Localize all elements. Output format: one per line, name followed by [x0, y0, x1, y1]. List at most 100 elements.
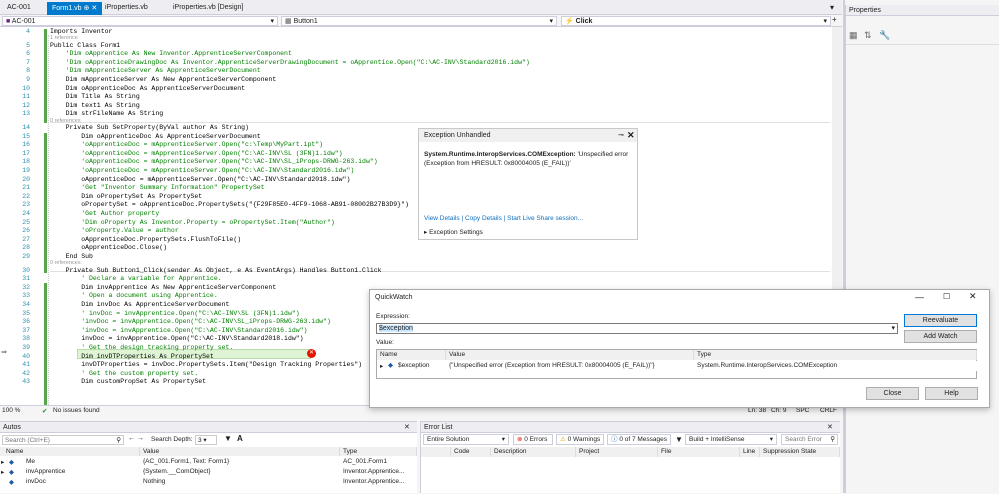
code-line[interactable]: 'Dim mApprenticeServer As ApprenticeServ… — [50, 67, 261, 74]
error-search-field[interactable] — [785, 435, 829, 444]
code-line[interactable]: ' invDoc = invApprentice.Open("C:\AC-INV… — [50, 310, 299, 317]
code-line[interactable]: Private Sub SetProperty(ByVal author As … — [50, 124, 249, 131]
tab-iproperties[interactable]: iProperties.vb — [100, 2, 153, 15]
event-dropdown[interactable]: ⚡ Click ▾ — [561, 16, 831, 26]
tab-solution[interactable]: AC-001 — [2, 2, 36, 15]
code-line[interactable]: ' Open a document using Apprentice. — [50, 292, 218, 299]
table-row[interactable]: ◆ invDoc Nothing Inventor.Apprentice... — [0, 477, 417, 487]
add-watch-button[interactable]: Add Watch — [904, 330, 977, 343]
code-line[interactable]: 'invDoc = invApprentice.Open("C:\AC-INV\… — [50, 327, 307, 334]
arrow-right-icon[interactable]: → — [137, 435, 144, 442]
code-line[interactable]: 'Dim oApprenticeDrawingDoc As Inventor.A… — [50, 59, 530, 66]
code-line[interactable]: Dim invApprentice As New ApprenticeServe… — [50, 284, 276, 291]
code-line[interactable]: 'Dim oProperty As Inventor.Property = oP… — [50, 219, 335, 226]
issues-label[interactable]: No issues found — [53, 407, 100, 414]
autos-search-field[interactable] — [3, 436, 103, 444]
project-dropdown[interactable]: ■ AC-001 ▾ — [2, 16, 278, 26]
maximize-icon[interactable]: ☐ — [943, 292, 950, 301]
code-line[interactable]: Dim customPropSet As PropertySet — [50, 378, 206, 385]
close-icon[interactable]: ✕ — [627, 130, 635, 141]
code-line[interactable]: 'oProperty.Value = author — [50, 227, 179, 234]
minimize-icon[interactable]: — — [915, 292, 924, 302]
scope-dropdown[interactable]: Entire Solution ▾ — [423, 434, 509, 445]
close-icon[interactable]: ✕ — [827, 423, 833, 431]
column-header[interactable]: Project — [576, 447, 658, 457]
triangle-right-icon[interactable]: ▸ — [1, 468, 4, 476]
code-line[interactable]: 'Dim oApprentice As New Inventor.Apprent… — [50, 50, 292, 57]
code-line[interactable]: Dim text1 As String — [50, 102, 140, 109]
messages-filter[interactable]: ⓘ 0 of 7 Messages — [607, 434, 671, 445]
alphabetical-icon[interactable]: ⇅ — [864, 30, 872, 41]
tab-overflow-icon[interactable]: ▾ — [830, 3, 834, 12]
triangle-right-icon[interactable]: ▸ — [380, 362, 383, 370]
table-row[interactable]: ▸ ◆ invApprentice {System.__ComObject} Inven… — [0, 467, 417, 477]
tab-form1[interactable]: Form1.vb ⊕ ✕ — [47, 2, 103, 15]
categorized-icon[interactable]: ▦ — [849, 30, 858, 41]
code-line[interactable]: Dim oApprenticeDoc As ApprenticeServerDo… — [50, 133, 260, 140]
code-line[interactable]: 'invDoc = invApprentice.Open("C:\AC-INV\… — [50, 318, 331, 325]
font-icon[interactable]: A — [237, 434, 243, 443]
arrow-left-icon[interactable]: ← — [128, 435, 135, 442]
reevaluate-button[interactable]: Reevaluate — [904, 314, 977, 327]
filter-icon[interactable]: ▼ — [224, 434, 232, 443]
code-line[interactable]: invDoc = invApprentice.Open("C:\AC-INV\S… — [50, 335, 303, 342]
code-line[interactable]: ' Get the custom property set. — [50, 370, 198, 377]
view-details-link[interactable]: View Details — [424, 215, 460, 222]
code-line[interactable]: Imports Inventor — [50, 28, 112, 35]
code-line[interactable]: Private Sub Button1_Click(sender As Obje… — [50, 267, 382, 274]
error-search-input[interactable]: ⚲ — [781, 434, 838, 445]
expression-input[interactable]: $exception ▾ — [376, 323, 898, 334]
exception-settings-expander[interactable]: ▸ Exception Settings — [424, 228, 483, 236]
chevron-down-icon[interactable]: ▾ — [891, 324, 895, 332]
table-row[interactable]: ▸ ◆ Me {AC_001.Form1, Text: Form1} AC_001.Fo… — [0, 457, 417, 467]
codelens-references[interactable]: 0 references — [50, 118, 81, 124]
codelens-references[interactable]: 0 references — [50, 260, 81, 266]
line-ending-indicator[interactable]: CRLF — [820, 407, 837, 414]
code-line[interactable]: Dim oApprenticeDoc As ApprenticeServerDo… — [50, 85, 245, 92]
code-line[interactable]: End Sub — [50, 253, 93, 260]
autos-search-input[interactable]: ⚲ — [2, 435, 124, 445]
close-icon[interactable]: ✕ — [91, 5, 97, 12]
column-header[interactable]: Value — [446, 350, 694, 360]
triangle-right-icon[interactable]: ▸ — [1, 458, 4, 466]
search-depth-select[interactable]: 3 ▾ — [195, 435, 217, 445]
column-header[interactable]: Type — [340, 447, 417, 456]
close-icon[interactable]: ✕ — [969, 291, 977, 302]
code-line[interactable]: ' Declare a variable for Apprentice. — [50, 275, 221, 282]
code-line[interactable]: 'oApprenticeDoc = mApprenticeServer.Open… — [50, 158, 377, 165]
code-line[interactable]: Public Class Form1 — [50, 42, 120, 49]
code-line[interactable]: Dim oPropertySet As PropertySet — [50, 193, 202, 200]
code-line[interactable]: Dim invDTProperties As PropertySet — [50, 353, 214, 360]
filter-icon[interactable]: ▼ — [675, 435, 683, 444]
code-line[interactable]: invDTProperties = invDoc.PropertySets.It… — [50, 361, 362, 368]
close-button[interactable]: Close — [866, 387, 919, 400]
spacing-indicator[interactable]: SPC — [796, 407, 809, 414]
column-header[interactable]: Description — [491, 447, 576, 457]
code-line[interactable]: 'Get "Inventor Summary Information" Prop… — [50, 184, 264, 191]
errors-filter[interactable]: ⊗ 0 Errors — [513, 434, 553, 445]
code-line[interactable]: oApprenticeDoc = mApprenticeServer.Open(… — [50, 176, 350, 183]
column-header[interactable]: Name — [0, 447, 140, 456]
column-header[interactable]: Suppression State — [760, 447, 840, 457]
warnings-filter[interactable]: ⚠ 0 Warnings — [556, 434, 604, 445]
copy-details-link[interactable]: Copy Details — [465, 215, 502, 222]
help-button[interactable]: Help — [925, 387, 978, 400]
pin-icon[interactable]: ⊕ — [84, 5, 90, 12]
object-dropdown[interactable]: ▦ Button1 ▾ — [281, 16, 557, 26]
code-line[interactable]: Dim invDoc As ApprenticeServerDocument — [50, 301, 229, 308]
code-line[interactable]: 'oApprenticeDoc = mApprenticeServer.Open… — [50, 141, 323, 148]
column-header[interactable]: Line — [740, 447, 760, 457]
pin-icon[interactable]: ⊸ — [618, 131, 624, 139]
code-line[interactable]: 'oApprenticeDoc = mApprenticeServer.Open… — [50, 167, 354, 174]
table-row[interactable]: ▸ ◆ $exception {"Unspecified error (Exce… — [377, 361, 977, 371]
code-line[interactable]: Dim mApprenticeServer As New ApprenticeS… — [50, 76, 277, 83]
live-share-link[interactable]: Start Live Share session... — [507, 215, 583, 222]
column-header[interactable]: Type — [694, 350, 977, 360]
search-icon[interactable]: ⚲ — [830, 435, 835, 444]
column-header[interactable]: Name — [377, 350, 446, 360]
column-header[interactable]: Code — [451, 447, 491, 457]
build-source-dropdown[interactable]: Build + IntelliSense ▾ — [685, 434, 777, 445]
tab-iproperties-design[interactable]: iProperties.vb [Design] — [168, 2, 248, 15]
search-icon[interactable]: ⚲ — [116, 436, 121, 444]
code-line[interactable]: oApprenticeDoc.PropertySets.FlushToFile(… — [50, 236, 241, 243]
